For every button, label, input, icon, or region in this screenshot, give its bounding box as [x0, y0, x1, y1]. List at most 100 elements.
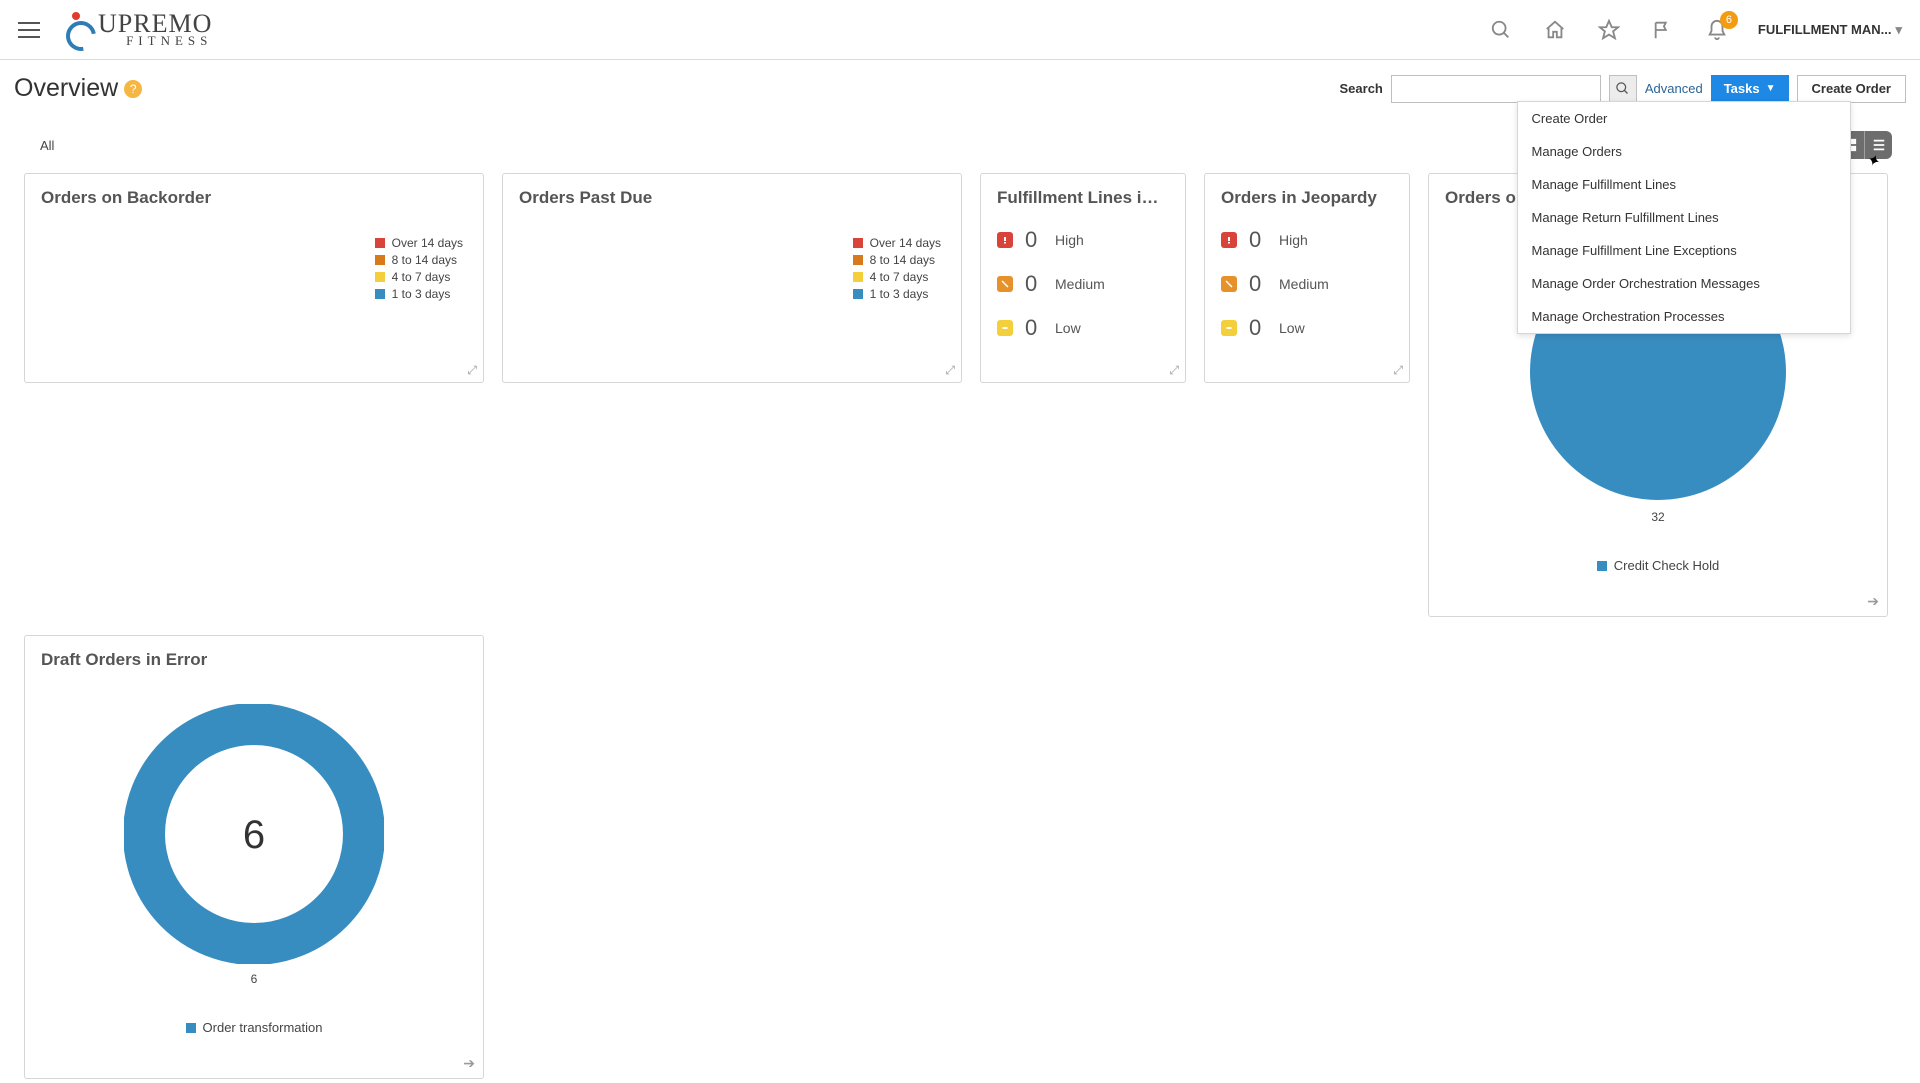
risk-value: 0: [1025, 271, 1043, 297]
card-title: Orders in Jeopardy: [1205, 174, 1409, 214]
risk-row-medium[interactable]: 0 Medium: [997, 262, 1169, 306]
help-icon[interactable]: ?: [124, 80, 142, 98]
legend-swatch-icon: [186, 1023, 196, 1033]
legend-label: 1 to 3 days: [870, 287, 929, 301]
user-label: FULFILLMENT MAN...: [1758, 22, 1892, 37]
search-label: Search: [1340, 81, 1383, 96]
card-title: Orders Past Due: [503, 174, 961, 214]
page-title-text: Overview: [14, 74, 118, 103]
search-button[interactable]: [1609, 75, 1637, 103]
card-title: Orders on Backorder: [25, 174, 483, 214]
next-icon[interactable]: ➔: [1867, 593, 1879, 610]
legend-item: 8 to 14 days: [375, 253, 463, 267]
priority-low-icon: [1221, 320, 1237, 336]
legend-label: 8 to 14 days: [392, 253, 457, 267]
page-title: Overview ?: [14, 74, 142, 103]
tasks-item-manage-orders[interactable]: Manage Orders: [1518, 135, 1850, 168]
pastdue-legend: Over 14 days 8 to 14 days 4 to 7 days 1 …: [853, 236, 941, 301]
tasks-wrapper: Tasks ▼ Create Order Manage Orders Manag…: [1711, 75, 1789, 103]
brand-logo[interactable]: UPREMO FITNESS: [60, 12, 212, 47]
create-order-button[interactable]: Create Order: [1797, 75, 1906, 103]
tasks-item-manage-return-lines[interactable]: Manage Return Fulfillment Lines: [1518, 201, 1850, 234]
legend-label: 8 to 14 days: [870, 253, 935, 267]
risk-row-high[interactable]: 0 High: [997, 218, 1169, 262]
donut-center-value: 6: [243, 813, 265, 857]
risk-row-low[interactable]: 0 Low: [997, 306, 1169, 350]
priority-medium-icon: [1221, 276, 1237, 292]
legend-swatch-icon: [1597, 561, 1607, 571]
expand-icon[interactable]: ⤢: [467, 363, 477, 378]
risk-row-medium[interactable]: 0 Medium: [1221, 262, 1393, 306]
user-menu-button[interactable]: FULFILLMENT MAN... ▾: [1758, 22, 1902, 38]
tasks-button-label: Tasks: [1724, 81, 1760, 96]
legend-item: 1 to 3 days: [375, 287, 463, 301]
legend-label: Over 14 days: [392, 236, 463, 250]
risk-row-low[interactable]: 0 Low: [1221, 306, 1393, 350]
bell-icon[interactable]: 6: [1706, 19, 1728, 41]
priority-medium-icon: [997, 276, 1013, 292]
risk-row-high[interactable]: 0 High: [1221, 218, 1393, 262]
header-icon-bar: 6: [1490, 19, 1728, 41]
tasks-button[interactable]: Tasks ▼: [1711, 75, 1789, 103]
brand-glyph-icon: [60, 12, 94, 46]
star-icon[interactable]: [1598, 19, 1620, 41]
tasks-item-manage-fulfillment-lines[interactable]: Manage Fulfillment Lines: [1518, 168, 1850, 201]
search-icon[interactable]: [1490, 19, 1512, 41]
tasks-item-manage-orch-messages[interactable]: Manage Order Orchestration Messages: [1518, 267, 1850, 300]
risk-value: 0: [1249, 227, 1267, 253]
expand-icon[interactable]: ⤢: [1393, 363, 1403, 378]
backorder-legend: Over 14 days 8 to 14 days 4 to 7 days 1 …: [375, 236, 463, 301]
legend-item: Over 14 days: [853, 236, 941, 250]
risk-label: Medium: [1055, 276, 1105, 292]
search-input[interactable]: [1391, 75, 1601, 103]
home-icon[interactable]: [1544, 19, 1566, 41]
card-title: Draft Orders in Error: [25, 636, 483, 676]
priority-high-icon: [1221, 232, 1237, 248]
card-draft-orders-error: Draft Orders in Error 6 6 Order transfor…: [24, 635, 484, 1079]
card-fulfillment-lines: Fulfillment Lines i… 0 High 0 Medium 0 L…: [980, 173, 1186, 383]
card-orders-jeopardy: Orders in Jeopardy 0 High 0 Medium 0 Low…: [1204, 173, 1410, 383]
chart-legend: Order transformation: [186, 1020, 323, 1035]
brand-line1: UPREMO: [98, 12, 212, 35]
flag-icon[interactable]: [1652, 19, 1674, 41]
next-icon[interactable]: ➔: [463, 1055, 475, 1072]
legend-item: 4 to 7 days: [375, 270, 463, 284]
legend-item: 4 to 7 days: [853, 270, 941, 284]
risk-list: 0 High 0 Medium 0 Low: [981, 214, 1185, 354]
brand-text: UPREMO FITNESS: [98, 12, 212, 47]
chart-draft-orders-error: 6 6 Order transformation: [25, 676, 483, 1035]
chevron-down-icon: ▼: [1766, 83, 1776, 94]
tasks-item-manage-orch-processes[interactable]: Manage Orchestration Processes: [1518, 300, 1850, 333]
chevron-down-icon: ▾: [1895, 22, 1902, 38]
legend-item: 8 to 14 days: [853, 253, 941, 267]
card-title: Fulfillment Lines i…: [981, 174, 1185, 214]
legend-label: Order transformation: [203, 1020, 323, 1035]
expand-icon[interactable]: ⤢: [945, 363, 955, 378]
expand-icon[interactable]: ⤢: [1169, 363, 1179, 378]
legend-label: 4 to 7 days: [392, 270, 451, 284]
legend-label: 1 to 3 days: [392, 287, 451, 301]
filter-all[interactable]: All: [40, 138, 54, 153]
legend-label: Credit Check Hold: [1614, 558, 1720, 573]
card-orders-backorder: Orders on Backorder Over 14 days 8 to 14…: [24, 173, 484, 383]
risk-value: 0: [1249, 271, 1267, 297]
list-view-icon[interactable]: [1864, 131, 1892, 159]
risk-list: 0 High 0 Medium 0 Low: [1205, 214, 1409, 354]
priority-low-icon: [997, 320, 1013, 336]
risk-label: High: [1055, 232, 1084, 248]
advanced-link[interactable]: Advanced: [1645, 81, 1703, 96]
tasks-item-create-order[interactable]: Create Order: [1518, 102, 1850, 135]
tasks-dropdown: Create Order Manage Orders Manage Fulfil…: [1517, 101, 1851, 334]
legend-item: 1 to 3 days: [853, 287, 941, 301]
priority-high-icon: [997, 232, 1013, 248]
chart-legend: Credit Check Hold: [1597, 558, 1720, 573]
risk-label: High: [1279, 232, 1308, 248]
tasks-item-manage-line-exceptions[interactable]: Manage Fulfillment Line Exceptions: [1518, 234, 1850, 267]
top-header: UPREMO FITNESS 6 FULFILLMENT MAN... ▾: [0, 0, 1920, 60]
page-toolbar: Overview ? Search Advanced Tasks ▼ Creat…: [0, 60, 1920, 107]
search-group: Search Advanced Tasks ▼ Create Order Man…: [1340, 75, 1907, 103]
legend-label: Over 14 days: [870, 236, 941, 250]
menu-icon[interactable]: [18, 22, 40, 38]
risk-label: Medium: [1279, 276, 1329, 292]
risk-value: 0: [1025, 227, 1043, 253]
